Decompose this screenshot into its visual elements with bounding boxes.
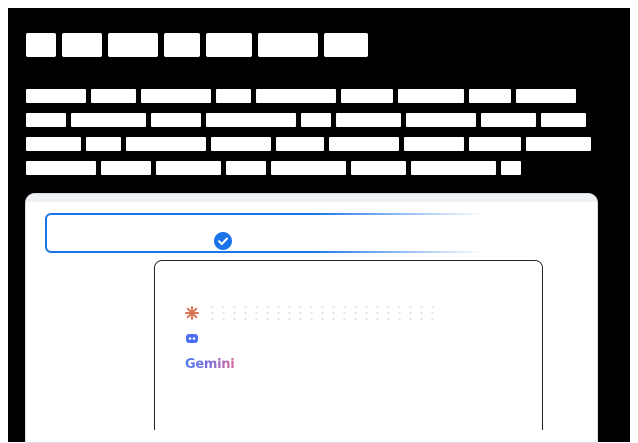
gemini-logo-icon: Gemini xyxy=(185,356,235,372)
screenshot-window: Gemini xyxy=(25,193,598,443)
copilot-logo-icon xyxy=(186,334,198,343)
claude-logo-icon xyxy=(185,306,199,320)
model-dropdown-panel: Gemini xyxy=(154,260,543,430)
window-titlebar xyxy=(26,194,597,202)
check-circle-icon xyxy=(214,232,232,250)
model-option-copilot[interactable] xyxy=(185,328,199,348)
selected-model-field[interactable] xyxy=(45,213,485,253)
model-option-gemini[interactable]: Gemini xyxy=(185,354,235,374)
redacted-heading xyxy=(26,33,368,57)
redacted-option-label xyxy=(207,304,437,322)
model-option-claude[interactable] xyxy=(185,303,437,323)
redacted-paragraph xyxy=(26,86,596,182)
